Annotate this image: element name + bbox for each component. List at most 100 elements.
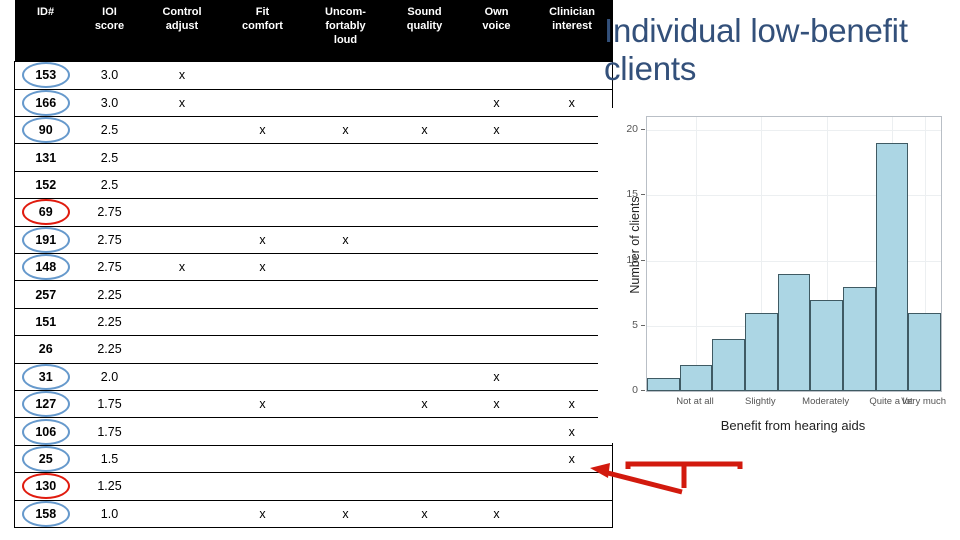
table-header: ID# IOI score Control adjust Fit comfort Un… xyxy=(14,0,613,62)
bar xyxy=(679,364,713,391)
cell-id: 148 xyxy=(14,252,77,282)
cell-sound-quality xyxy=(387,198,462,227)
cell-control-adjust xyxy=(142,444,222,474)
x-axis-label: Benefit from hearing aids xyxy=(720,418,866,433)
cell-own-voice: x xyxy=(461,88,532,118)
cell-own-voice xyxy=(461,61,532,90)
cell-id: 158 xyxy=(14,499,77,528)
cell-id: 26 xyxy=(14,335,77,364)
cell-fit-comfort xyxy=(221,88,304,118)
cell-uncomfortably-loud xyxy=(303,280,388,309)
table-row: 69 2.75 xyxy=(14,198,613,227)
highlight-ellipse-red xyxy=(21,199,70,226)
cell-uncomfortably-loud xyxy=(303,252,388,282)
highlight-ellipse-blue xyxy=(21,254,70,281)
cell-own-voice xyxy=(461,472,532,501)
cell-control-adjust xyxy=(142,389,222,419)
cell-control-adjust xyxy=(142,472,222,501)
cell-fit-comfort xyxy=(221,444,304,474)
y-tick-label: 15 xyxy=(626,188,645,201)
bar xyxy=(875,143,909,391)
cell-ioi-score: 2.25 xyxy=(76,280,143,309)
cell-id: 153 xyxy=(14,61,77,90)
x-axis-ticks: Not at all Slightly Moderately Quite a lot V… xyxy=(646,396,946,412)
cell-sound-quality xyxy=(387,225,462,254)
bar xyxy=(647,377,680,391)
cell-ioi-score: 1.75 xyxy=(76,389,143,419)
cell-control-adjust xyxy=(142,307,222,337)
cell-id: 106 xyxy=(14,417,77,446)
y-tick-label: 10 xyxy=(626,253,645,266)
table-row: 25 1.5 x xyxy=(14,444,613,474)
cell-own-voice: x xyxy=(461,362,532,391)
cell-sound-quality xyxy=(387,417,462,446)
column-header-sound: Sound quality xyxy=(387,0,462,62)
table-row: 158 1.0 x x x x xyxy=(14,499,613,528)
cell-ioi-score: 1.0 xyxy=(76,499,143,528)
cell-control-adjust xyxy=(142,280,222,309)
cell-id: 152 xyxy=(14,170,77,200)
highlight-ellipse-blue xyxy=(21,391,70,418)
cell-sound-quality xyxy=(387,280,462,309)
cell-control-adjust xyxy=(142,170,222,200)
cell-sound-quality xyxy=(387,252,462,282)
table-header-row: ID# IOI score Control adjust Fit comfort Un… xyxy=(14,0,613,62)
highlight-ellipse-red xyxy=(21,473,70,500)
cell-uncomfortably-loud: x xyxy=(303,225,388,254)
cell-control-adjust xyxy=(142,499,222,528)
header-line: adjust xyxy=(165,19,199,32)
table-row: 153 3.0 x xyxy=(14,61,613,90)
cell-fit-comfort: x xyxy=(221,252,304,282)
x-tick-label: Slightly xyxy=(745,396,776,407)
table-row: 127 1.75 x x x x xyxy=(14,389,613,419)
cell-fit-comfort xyxy=(221,335,304,364)
bar xyxy=(843,286,876,391)
bars-group xyxy=(647,117,941,391)
cell-ioi-score: 2.75 xyxy=(76,225,143,254)
header-line: Clinician xyxy=(549,6,595,18)
cell-uncomfortably-loud: x xyxy=(303,116,388,145)
page-title: Individual low-benefit clients xyxy=(604,12,908,88)
header-line: Uncom- xyxy=(325,6,366,18)
header-line: score xyxy=(94,19,125,32)
plot-area xyxy=(646,116,942,392)
cell-own-voice: x xyxy=(461,389,532,419)
header-line: Fit xyxy=(255,6,270,18)
cell-control-adjust: x xyxy=(142,252,222,282)
table-row: 257 2.25 xyxy=(14,280,613,309)
header-line: Own xyxy=(484,6,509,18)
cell-ioi-score: 2.75 xyxy=(76,198,143,227)
cell-ioi-score: 2.5 xyxy=(76,170,143,200)
cell-sound-quality: x xyxy=(387,389,462,419)
cell-own-voice: x xyxy=(461,116,532,145)
bar xyxy=(908,312,941,391)
highlight-ellipse-blue xyxy=(21,62,70,89)
cell-uncomfortably-loud xyxy=(303,444,388,474)
cell-control-adjust xyxy=(142,116,222,145)
table-row: 131 2.5 xyxy=(14,143,613,172)
column-header-id: ID# xyxy=(14,0,77,62)
cell-id: 151 xyxy=(14,307,77,337)
cell-fit-comfort: x xyxy=(221,116,304,145)
x-tick-label: Very much xyxy=(901,396,947,407)
highlight-ellipse-blue xyxy=(21,226,70,253)
header-line: fortably xyxy=(325,19,366,32)
cell-fit-comfort xyxy=(221,307,304,337)
cell-own-voice xyxy=(461,143,532,172)
cell-uncomfortably-loud xyxy=(303,472,388,501)
column-header-fit: Fit comfort xyxy=(221,0,304,62)
cell-id: 69 xyxy=(14,198,77,227)
cell-own-voice xyxy=(461,335,532,364)
x-tick-label: Not at all xyxy=(676,396,714,407)
bar xyxy=(745,312,778,391)
cell-ioi-score: 3.0 xyxy=(76,61,143,90)
highlight-ellipse-blue xyxy=(21,445,70,472)
header-line: comfort xyxy=(242,19,283,32)
column-header-loud: Uncom-fortably loud xyxy=(303,0,388,62)
client-table: ID# IOI score Control adjust Fit comfort Un… xyxy=(14,0,613,528)
cell-id: 25 xyxy=(14,444,77,474)
cell-fit-comfort: x xyxy=(221,225,304,254)
right-panel: Individual low-benefit clients Number of… xyxy=(590,0,960,540)
cell-sound-quality xyxy=(387,88,462,118)
cell-sound-quality xyxy=(387,170,462,200)
